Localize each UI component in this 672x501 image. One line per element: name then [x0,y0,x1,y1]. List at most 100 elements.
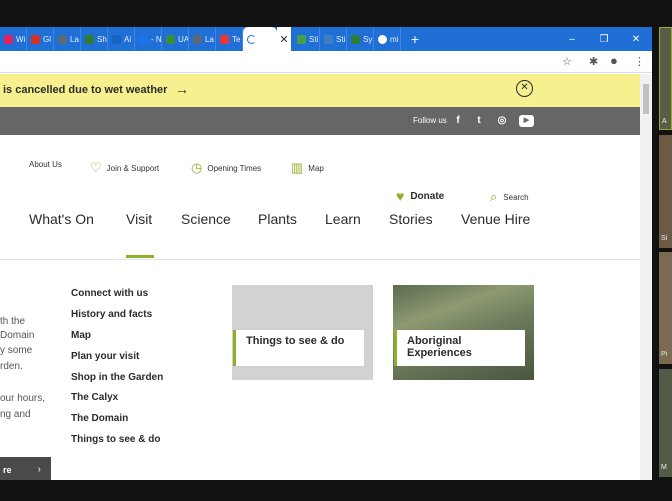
dropdown-link-shop[interactable]: Shop in the Garden [71,372,163,383]
tab-favicon-icon [193,34,202,44]
tab-favicon-icon [139,34,148,44]
tab-favicon-icon [58,34,67,44]
intro-text-line: ng and [0,409,31,420]
address-bar[interactable]: ☆ ✱ ● ⋮ [0,51,652,73]
tab-6[interactable]: UA [162,27,189,51]
heart-icon: ♡ [90,160,102,175]
dropdown-link-history[interactable]: History and facts [71,309,152,320]
nav-opening-times-label: Opening Times [207,163,262,173]
tab-3[interactable]: Sh [81,27,108,51]
tab-0[interactable]: Wi [0,27,27,51]
tab-13[interactable]: mi [374,27,401,51]
mainnav-visit[interactable]: Visit [126,211,152,227]
browser-window: Wi Gl La Sh Ai - N UA La Te ✕ Sti Sti Sy… [0,27,652,480]
more-button-label: re [3,465,12,475]
nav-about-us-label: About Us [29,160,62,169]
tab-8[interactable]: Te [216,27,243,51]
clock-icon: ◷ [191,160,203,175]
donate-button[interactable]: ♥ Donate [396,188,444,204]
intro-text-line: Domain [0,330,35,341]
tab-11[interactable]: Sti [320,27,347,51]
arrow-right-icon[interactable]: → [175,81,189,97]
alert-banner: is cancelled due to wet weather → ✕ [0,74,640,107]
mainnav-venue-hire[interactable]: Venue Hire [461,211,530,227]
tab-1[interactable]: Gl [27,27,54,51]
donate-label: Donate [410,190,445,202]
tab-2[interactable]: La [54,27,81,51]
promo-card-aboriginal[interactable]: Aboriginal Experiences [393,285,534,380]
search-label: Search [503,192,529,202]
dropdown-link-calyx[interactable]: The Calyx [71,392,118,403]
search-button[interactable]: ⌕ Search [490,189,529,205]
tab-favicon-icon [220,34,229,44]
banner-text[interactable]: is cancelled due to wet weather [3,84,167,96]
youtube-icon[interactable]: ▶ [519,115,534,127]
browser-menu-icon[interactable]: ⋮ [634,55,645,68]
video-tile[interactable]: M [659,369,672,477]
tab-favicon-icon [166,34,175,44]
heart-hand-icon: ♥ [396,188,405,204]
mainnav-whats-on[interactable]: What's On [29,211,94,227]
intro-text-line: rden. [0,361,23,372]
video-tile-label: Si [661,235,668,242]
follow-us-label: Follow us [413,116,447,125]
active-nav-indicator [126,255,154,258]
tab-favicon-icon [112,34,121,44]
tab-favicon-icon [324,34,333,44]
scrollbar-thumb[interactable] [643,84,649,114]
video-tile[interactable]: Pi [659,252,672,364]
tab-5[interactable]: - N [135,27,162,51]
dropdown-link-things-to-do[interactable]: Things to see & do [71,434,160,445]
tab-favicon-icon [85,34,94,44]
tab-7[interactable]: La [189,27,216,51]
extensions-icon[interactable]: ✱ [589,55,598,68]
page-scrollbar[interactable] [640,74,652,480]
tab-12[interactable]: Sy [347,27,374,51]
mainnav-plants[interactable]: Plants [258,211,297,227]
mainnav-science[interactable]: Science [181,211,231,227]
minimize-button[interactable]: – [556,34,588,45]
video-tile[interactable]: Si [659,135,672,248]
loading-spinner-icon [247,34,256,44]
nav-map[interactable]: ▥ Map [291,160,324,176]
facebook-icon[interactable]: f [452,115,464,127]
promo-card-label: Things to see & do [233,330,364,366]
nav-join-support-label: Join & Support [106,163,160,173]
video-call-strip: A Si Pi M [659,27,672,477]
profile-avatar-icon[interactable]: ● [610,53,618,68]
tab-strip-controls: + – ❐ ✕ [401,27,652,51]
tab-close-icon[interactable]: ✕ [277,27,291,51]
dropdown-link-connect[interactable]: Connect with us [71,288,148,299]
dropdown-link-plan-visit[interactable]: Plan your visit [71,351,139,362]
tab-4[interactable]: Ai [108,27,135,51]
tab-strip: Wi Gl La Sh Ai - N UA La Te ✕ Sti Sti Sy… [0,27,652,51]
nav-join-support[interactable]: ♡ Join & Support [90,160,159,176]
dropdown-link-map[interactable]: Map [71,330,91,341]
video-tile-label: M [661,464,667,471]
intro-text-line: our hours, [0,393,46,404]
nav-opening-times[interactable]: ◷ Opening Times [191,160,261,176]
mainnav-learn[interactable]: Learn [325,211,361,227]
more-button[interactable]: re › [0,457,51,480]
intro-text-line: th the [0,316,26,327]
dropdown-link-domain[interactable]: The Domain [71,413,128,424]
nav-about-us[interactable]: About Us [29,160,62,169]
google-icon [378,34,387,44]
mainnav-stories[interactable]: Stories [389,211,433,227]
nav-map-label: Map [308,163,324,173]
tab-active-loading[interactable] [243,27,277,51]
window-close-button[interactable]: ✕ [620,34,652,45]
tab-10[interactable]: Sti [293,27,320,51]
new-tab-button[interactable]: + [405,31,425,47]
twitter-icon[interactable]: t [473,115,485,127]
video-tile[interactable]: A [659,27,672,130]
bookmark-star-icon[interactable]: ☆ [562,55,572,68]
instagram-icon[interactable]: ◎ [496,115,508,127]
intro-text-line: y some [0,345,33,356]
nav-divider [0,259,640,260]
promo-card-things-to-do[interactable]: Things to see & do [232,285,373,380]
restore-button[interactable]: ❐ [588,34,620,45]
banner-close-icon[interactable]: ✕ [516,80,533,97]
tab-favicon-icon [31,34,40,44]
tab-favicon-icon [351,34,360,44]
